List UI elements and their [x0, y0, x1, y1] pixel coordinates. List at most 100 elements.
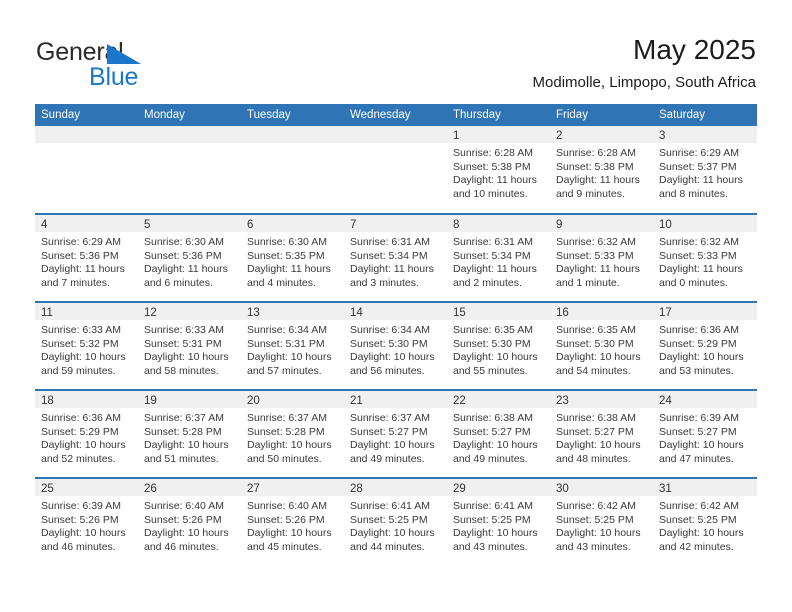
day-number-band: 28: [344, 479, 447, 496]
sunset-text: Sunset: 5:25 PM: [556, 513, 634, 526]
daylight-text-line1: Daylight: 10 hours: [350, 527, 435, 540]
day-cell-body: [138, 143, 241, 147]
daylight-text-line2: and 57 minutes.: [247, 364, 322, 377]
day-number-band: 22: [447, 391, 550, 408]
day-number-band: 3: [653, 126, 757, 143]
day-cell-inner: 5 Sunrise: 6:30 AM Sunset: 5:36 PM Daylight…: [138, 215, 241, 301]
daylight-text-line1: Daylight: 11 hours: [556, 174, 640, 187]
day-cell-inner: 24 Sunrise: 6:39 AM Sunset: 5:27 PM Dayligh…: [653, 391, 757, 477]
daylight-text-line2: and 43 minutes.: [556, 540, 631, 553]
calendar-day-cell[interactable]: 20 Sunrise: 6:37 AM Sunset: 5:28 PM Dayligh…: [241, 389, 344, 478]
calendar-day-cell[interactable]: 1 Sunrise: 6:28 AM Sunset: 5:38 PM Daylight…: [447, 126, 550, 214]
calendar-day-cell[interactable]: 25 Sunrise: 6:39 AM Sunset: 5:26 PM Dayligh…: [35, 477, 138, 566]
brand-name-blue: Blue: [89, 63, 139, 91]
day-number: 14: [350, 307, 363, 319]
brand-logo[interactable]: General Blue: [36, 38, 276, 96]
day-number-band: [344, 126, 447, 143]
sunrise-text: Sunrise: 6:33 AM: [144, 324, 224, 336]
calendar-day-cell[interactable]: 4 Sunrise: 6:29 AM Sunset: 5:36 PM Daylight…: [35, 213, 138, 302]
calendar-day-cell[interactable]: 24 Sunrise: 6:39 AM Sunset: 5:27 PM Dayligh…: [653, 389, 757, 478]
daylight-text-line2: and 2 minutes.: [453, 276, 522, 289]
daylight-text-line2: and 43 minutes.: [453, 540, 528, 553]
calendar-day-cell[interactable]: 7 Sunrise: 6:31 AM Sunset: 5:34 PM Daylight…: [344, 213, 447, 302]
day-number: 5: [144, 219, 151, 231]
calendar-day-cell[interactable]: 28 Sunrise: 6:41 AM Sunset: 5:25 PM Dayligh…: [344, 477, 447, 566]
calendar-day-cell[interactable]: 31 Sunrise: 6:42 AM Sunset: 5:25 PM Dayligh…: [653, 477, 757, 566]
calendar-day-cell[interactable]: 12 Sunrise: 6:33 AM Sunset: 5:31 PM Dayligh…: [138, 301, 241, 390]
calendar-day-cell[interactable]: 2 Sunrise: 6:28 AM Sunset: 5:38 PM Daylight…: [550, 126, 653, 214]
sunset-text: Sunset: 5:38 PM: [453, 160, 531, 173]
calendar-day-cell[interactable]: 11 Sunrise: 6:33 AM Sunset: 5:32 PM Dayligh…: [35, 301, 138, 390]
calendar-day-cell[interactable]: 8 Sunrise: 6:31 AM Sunset: 5:34 PM Daylight…: [447, 213, 550, 302]
day-number-band: 11: [35, 303, 138, 320]
calendar-day-cell[interactable]: 15 Sunrise: 6:35 AM Sunset: 5:30 PM Dayligh…: [447, 301, 550, 390]
calendar-day-cell[interactable]: 23 Sunrise: 6:38 AM Sunset: 5:27 PM Dayligh…: [550, 389, 653, 478]
calendar-day-cell[interactable]: 22 Sunrise: 6:38 AM Sunset: 5:27 PM Dayligh…: [447, 389, 550, 478]
daylight-text-line2: and 53 minutes.: [659, 364, 734, 377]
sunset-text: Sunset: 5:26 PM: [41, 513, 119, 526]
day-cell-inner: [344, 126, 447, 213]
day-number: 26: [144, 483, 157, 495]
sunset-text: Sunset: 5:30 PM: [453, 337, 531, 350]
sunrise-text: Sunrise: 6:31 AM: [453, 236, 533, 248]
calendar-day-cell[interactable]: 19 Sunrise: 6:37 AM Sunset: 5:28 PM Dayligh…: [138, 389, 241, 478]
day-number: 23: [556, 395, 569, 407]
calendar-week-row: 11 Sunrise: 6:33 AM Sunset: 5:32 PM Dayligh…: [35, 301, 757, 390]
calendar-empty-cell: [241, 126, 344, 214]
sunrise-text: Sunrise: 6:28 AM: [556, 147, 636, 159]
daylight-text-line2: and 52 minutes.: [41, 452, 116, 465]
daylight-text-line2: and 3 minutes.: [350, 276, 419, 289]
calendar-day-cell[interactable]: 18 Sunrise: 6:36 AM Sunset: 5:29 PM Dayligh…: [35, 389, 138, 478]
day-cell-inner: 26 Sunrise: 6:40 AM Sunset: 5:26 PM Dayligh…: [138, 479, 241, 566]
day-cell-body: Sunrise: 6:32 AM Sunset: 5:33 PM Daylight:…: [550, 232, 653, 290]
day-cell-body: Sunrise: 6:36 AM Sunset: 5:29 PM Daylight:…: [35, 408, 138, 466]
calendar-day-cell[interactable]: 10 Sunrise: 6:32 AM Sunset: 5:33 PM Dayligh…: [653, 213, 757, 302]
sunrise-text: Sunrise: 6:34 AM: [247, 324, 327, 336]
calendar-day-cell[interactable]: 14 Sunrise: 6:34 AM Sunset: 5:30 PM Dayligh…: [344, 301, 447, 390]
sunset-text: Sunset: 5:38 PM: [556, 160, 634, 173]
day-number-band: 8: [447, 215, 550, 232]
sunset-text: Sunset: 5:28 PM: [247, 425, 325, 438]
daylight-text-line1: Daylight: 11 hours: [453, 263, 537, 276]
calendar-day-cell[interactable]: 17 Sunrise: 6:36 AM Sunset: 5:29 PM Dayligh…: [653, 301, 757, 390]
daylight-text-line2: and 49 minutes.: [453, 452, 528, 465]
calendar-body: 1 Sunrise: 6:28 AM Sunset: 5:38 PM Daylight…: [35, 126, 757, 566]
daylight-text-line1: Daylight: 10 hours: [41, 351, 126, 364]
day-number-band: 23: [550, 391, 653, 408]
day-cell-body: Sunrise: 6:37 AM Sunset: 5:27 PM Daylight:…: [344, 408, 447, 466]
day-cell-inner: 20 Sunrise: 6:37 AM Sunset: 5:28 PM Dayligh…: [241, 391, 344, 477]
day-cell-body: Sunrise: 6:28 AM Sunset: 5:38 PM Daylight:…: [447, 143, 550, 201]
day-cell-body: Sunrise: 6:32 AM Sunset: 5:33 PM Daylight:…: [653, 232, 757, 290]
calendar-day-cell[interactable]: 21 Sunrise: 6:37 AM Sunset: 5:27 PM Dayligh…: [344, 389, 447, 478]
day-number: 7: [350, 219, 357, 231]
daylight-text-line1: Daylight: 11 hours: [350, 263, 434, 276]
sunset-text: Sunset: 5:27 PM: [453, 425, 531, 438]
day-number: 16: [556, 307, 569, 319]
calendar-day-cell[interactable]: 13 Sunrise: 6:34 AM Sunset: 5:31 PM Dayligh…: [241, 301, 344, 390]
calendar-day-cell[interactable]: 27 Sunrise: 6:40 AM Sunset: 5:26 PM Dayligh…: [241, 477, 344, 566]
day-cell-body: Sunrise: 6:33 AM Sunset: 5:32 PM Daylight:…: [35, 320, 138, 378]
calendar-day-cell[interactable]: 30 Sunrise: 6:42 AM Sunset: 5:25 PM Dayligh…: [550, 477, 653, 566]
calendar-day-cell[interactable]: 9 Sunrise: 6:32 AM Sunset: 5:33 PM Daylight…: [550, 213, 653, 302]
calendar-day-cell[interactable]: 29 Sunrise: 6:41 AM Sunset: 5:25 PM Dayligh…: [447, 477, 550, 566]
day-cell-body: Sunrise: 6:35 AM Sunset: 5:30 PM Daylight:…: [550, 320, 653, 378]
calendar-day-cell[interactable]: 26 Sunrise: 6:40 AM Sunset: 5:26 PM Dayligh…: [138, 477, 241, 566]
calendar-day-cell[interactable]: 5 Sunrise: 6:30 AM Sunset: 5:36 PM Daylight…: [138, 213, 241, 302]
daylight-text-line2: and 48 minutes.: [556, 452, 631, 465]
calendar-day-cell[interactable]: 16 Sunrise: 6:35 AM Sunset: 5:30 PM Dayligh…: [550, 301, 653, 390]
day-number-band: 24: [653, 391, 757, 408]
calendar-day-cell[interactable]: 6 Sunrise: 6:30 AM Sunset: 5:35 PM Daylight…: [241, 213, 344, 302]
sunrise-text: Sunrise: 6:32 AM: [556, 236, 636, 248]
calendar-day-cell[interactable]: 3 Sunrise: 6:29 AM Sunset: 5:37 PM Daylight…: [653, 126, 757, 214]
daylight-text-line2: and 46 minutes.: [144, 540, 219, 553]
day-cell-body: Sunrise: 6:38 AM Sunset: 5:27 PM Daylight:…: [550, 408, 653, 466]
sunset-text: Sunset: 5:34 PM: [350, 249, 428, 262]
daylight-text-line1: Daylight: 10 hours: [350, 439, 435, 452]
day-cell-body: Sunrise: 6:39 AM Sunset: 5:27 PM Daylight:…: [653, 408, 757, 466]
daylight-text-line1: Daylight: 10 hours: [247, 439, 332, 452]
sunrise-text: Sunrise: 6:41 AM: [453, 500, 533, 512]
sunrise-text: Sunrise: 6:36 AM: [41, 412, 121, 424]
day-cell-body: Sunrise: 6:29 AM Sunset: 5:37 PM Daylight:…: [653, 143, 757, 201]
day-number-band: 20: [241, 391, 344, 408]
day-cell-inner: 21 Sunrise: 6:37 AM Sunset: 5:27 PM Dayligh…: [344, 391, 447, 477]
